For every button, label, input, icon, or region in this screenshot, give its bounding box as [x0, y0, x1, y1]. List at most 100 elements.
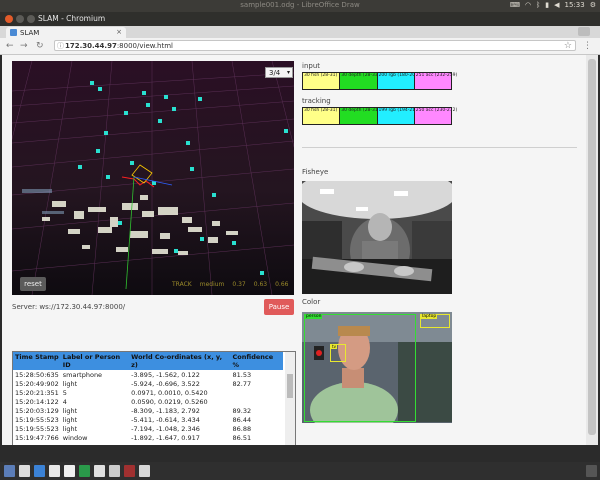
column-header[interactable]: World Co-ordinates (x, y, z)	[129, 352, 230, 370]
tab-slam[interactable]: SLAM ×	[6, 27, 126, 38]
url-host: 172.30.44.97	[65, 42, 117, 50]
system-tray: ⌨ ◠ ᛒ ▮ ◀ 15:33 ⚙	[510, 1, 596, 9]
readout: 0.37	[232, 281, 246, 288]
maximize-window-icon[interactable]	[27, 15, 35, 23]
table-cell: 81.53	[232, 370, 252, 379]
tracking-acc-swatch: 250 acc (230-272)	[414, 108, 457, 124]
readout: 0.66	[275, 281, 289, 288]
table-cell: light	[62, 406, 78, 415]
table-row[interactable]: 15:19:55:523 light -7.194, -1.048, 2.346 86…	[13, 424, 283, 433]
launcher-icon[interactable]	[4, 465, 15, 477]
table-cell: 15:19:55:523	[15, 415, 59, 424]
bluetooth-icon[interactable]: ᛒ	[536, 1, 540, 9]
settings-gear-icon[interactable]: ⚙	[590, 1, 596, 9]
tab-close-icon[interactable]: ×	[116, 28, 122, 36]
taskbar	[0, 462, 600, 480]
wifi-icon[interactable]: ◠	[525, 1, 531, 9]
table-row[interactable]: 15:20:21:351 5 0.0971, 0.0010, 0.5420	[13, 388, 283, 397]
table-row[interactable]: 15:19:55:523 light -5.411, -0.614, 3.434 86…	[13, 415, 283, 424]
landmark-point	[284, 129, 288, 133]
table-cell: -3.895, -1.562, 0.122	[131, 370, 200, 379]
navigation-bar: ← → ↻ ⓘ 172.30.44.97:8000/view.html ☆ ⋮	[0, 38, 600, 55]
minimize-window-icon[interactable]	[16, 15, 24, 23]
spreadsheet-icon[interactable]	[79, 465, 90, 477]
reset-button[interactable]: reset	[20, 277, 46, 291]
app-icon[interactable]	[139, 465, 150, 477]
slam-3d-map-view[interactable]: 3/4 ▾ reset TRACK medium 0.37 0.63 0.66	[12, 61, 294, 295]
reload-icon[interactable]: ↻	[36, 41, 44, 51]
tracking-label: tracking	[302, 97, 331, 105]
page-scrollbar[interactable]	[586, 55, 598, 445]
readout: medium	[199, 281, 225, 288]
table-cell: -5.924, -0.696, 3.522	[131, 379, 200, 388]
person-detection-box: person	[304, 314, 416, 422]
table-row[interactable]: 15:28:50:635 smartphone -3.895, -1.562, 0.…	[13, 370, 283, 379]
table-row[interactable]: 15:20:14:122 4 0.0590, 0.0219, 0.5260	[13, 397, 283, 406]
landmark-point	[158, 119, 162, 123]
input-stream-bar: 30 fish (28-31) 30 depth (28-33) 200 rgb…	[302, 72, 457, 90]
column-header[interactable]: Time Stamp	[13, 352, 61, 370]
detections-table-panel[interactable]: Time Stamp Label or Person ID World Co-o…	[12, 351, 296, 445]
table-row[interactable]: 15:19:47:766 window -1.892, -1.647, 0.917 8…	[13, 433, 283, 442]
app-icon[interactable]	[124, 465, 135, 477]
tracking-readouts: TRACK medium 0.37 0.63 0.66	[172, 281, 288, 288]
document-icon[interactable]	[94, 465, 105, 477]
landmark-point	[200, 237, 204, 241]
table-scrollbar[interactable]	[285, 352, 295, 445]
profile-icon[interactable]	[578, 27, 590, 36]
landmark-point	[118, 221, 122, 225]
table-cell: 0.0590, 0.0219, 0.5260	[131, 397, 208, 406]
table-cell: 86.88	[232, 424, 252, 433]
browser-icon[interactable]	[34, 465, 45, 477]
files-icon[interactable]	[19, 465, 30, 477]
pause-button[interactable]: Pause	[264, 299, 294, 315]
document-icon[interactable]	[49, 465, 60, 477]
landmark-point	[90, 81, 94, 85]
close-window-icon[interactable]	[5, 15, 13, 23]
page-scrollbar-thumb[interactable]	[588, 59, 596, 435]
table-cell: 86.51	[232, 433, 252, 442]
table-cell: 15:20:14:122	[15, 397, 59, 406]
input-label: input	[302, 62, 321, 70]
landmark-point	[212, 193, 216, 197]
bookmark-star-icon[interactable]: ☆	[564, 41, 572, 51]
landmark-point	[186, 141, 190, 145]
browser-title-bar: SLAM - Chromium	[0, 12, 600, 26]
trash-icon[interactable]	[586, 465, 597, 477]
landmark-point	[96, 149, 100, 153]
keyboard-icon[interactable]: ⌨	[510, 1, 520, 9]
table-cell: 5	[62, 388, 67, 397]
landmark-point	[172, 107, 176, 111]
table-cell	[231, 397, 283, 406]
table-cell: 82.77	[232, 379, 252, 388]
table-row[interactable]: 15:20:49:902 light -5.924, -0.696, 3.522 82…	[13, 379, 283, 388]
detection-label: person	[305, 314, 323, 319]
table-cell: 86.44	[232, 415, 252, 424]
table-row[interactable]: 15:20:03:129 light -8.309, -1.183, 2.792 89…	[13, 406, 283, 415]
landmark-point	[106, 175, 110, 179]
map-canvas[interactable]	[12, 61, 294, 295]
table-cell: 4	[62, 397, 67, 406]
back-arrow-icon[interactable]: ←	[6, 41, 14, 51]
column-header[interactable]: Confidence %	[231, 352, 283, 370]
table-scrollbar-thumb[interactable]	[287, 374, 293, 398]
page-favicon-icon	[10, 29, 17, 36]
document-icon[interactable]	[64, 465, 75, 477]
tab-strip: SLAM ×	[0, 26, 600, 38]
address-bar[interactable]: ⓘ 172.30.44.97:8000/view.html	[54, 40, 576, 51]
table-cell: -1.892, -1.647, 0.917	[131, 433, 200, 442]
tracking-stream-bar: 30 fish (28-31) 30 depth (28-31) 199 rgb…	[302, 107, 457, 125]
column-header[interactable]: Label or Person ID	[61, 352, 129, 370]
table-cell: smartphone	[62, 370, 103, 379]
detection-label: laptop	[421, 314, 438, 319]
battery-icon[interactable]: ▮	[545, 1, 549, 9]
clock[interactable]: 15:33	[565, 1, 585, 9]
terminal-icon[interactable]	[109, 465, 120, 477]
forward-arrow-icon[interactable]: →	[20, 41, 28, 51]
table-cell: light	[62, 415, 78, 424]
volume-icon[interactable]: ◀	[554, 1, 559, 9]
view-select-dropdown[interactable]: 3/4 ▾	[265, 67, 293, 78]
table-cell	[231, 388, 283, 397]
page-info-icon[interactable]: ⓘ	[57, 41, 64, 52]
browser-menu-icon[interactable]: ⋮	[583, 41, 592, 51]
